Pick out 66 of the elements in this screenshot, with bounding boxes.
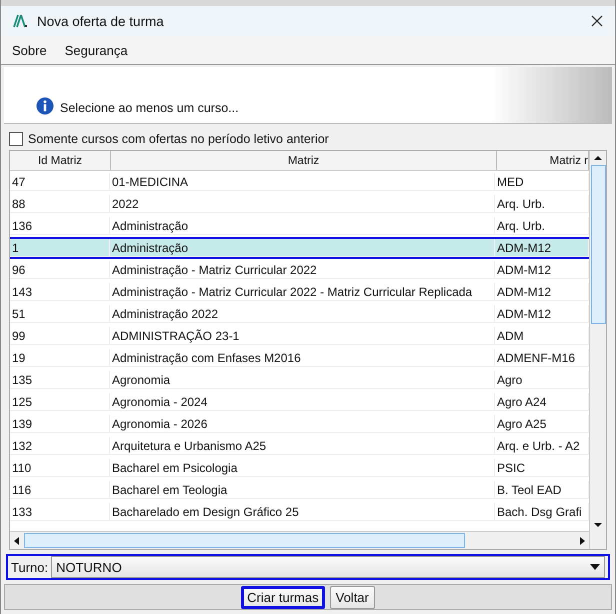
table-cell: 125 [10, 393, 110, 411]
table-row[interactable]: 136 Administração Arq. Urb. [10, 215, 589, 237]
table-cell: 88 [10, 195, 110, 213]
table-row[interactable]: 143 Administração - Matriz Curricular 2022 - Matriz Curricular Replicada ADM-M12 [10, 281, 589, 303]
table-cell: 132 [10, 437, 110, 455]
table-row[interactable]: 132 Arquitetura e Urbanismo A25 Arq. e Urb. - A2 [10, 435, 589, 457]
dialog-button[interactable]: Voltar [330, 586, 375, 608]
table-cell: 01-MEDICINA [110, 173, 495, 191]
vertical-scrollbar[interactable] [589, 151, 606, 549]
checkbox[interactable] [9, 132, 23, 146]
table-cell: 47 [10, 173, 110, 191]
table-cell: Agronomia [110, 371, 495, 389]
window-title: Nova oferta de turma [37, 14, 165, 28]
table-row[interactable]: 96 Administração - Matriz Curricular 2022 ADM-M12 [10, 259, 589, 281]
table-row[interactable]: 99 ADMINISTRAÇÃO 23-1 ADM [10, 325, 589, 347]
table-row[interactable]: 116 Bacharel em Teologia B. Teol EAD [10, 479, 589, 501]
table-cell: Bacharelado em Design Gráfico 25 [110, 503, 495, 521]
table-cell: 136 [10, 217, 110, 235]
table-cell: Arquitetura e Urbanismo A25 [110, 437, 495, 455]
close-icon[interactable] [591, 15, 603, 27]
table-cell: ADMINISTRAÇÃO 23-1 [110, 327, 495, 345]
table-cell: 139 [10, 415, 110, 433]
menu-item[interactable]: Segurança [64, 42, 128, 58]
column-header[interactable]: Matriz [111, 151, 497, 170]
menu-item[interactable]: Sobre [12, 42, 47, 58]
turno-label: Turno: [11, 560, 48, 574]
table-cell: 133 [10, 503, 110, 521]
turno-dropdown[interactable]: NOTURNO [51, 556, 605, 578]
table-cell: 96 [10, 261, 110, 279]
table-cell: 2022 [110, 195, 495, 213]
info-icon [36, 97, 54, 115]
checkbox-label[interactable]: Somente cursos com ofertas no período letivo anterior [28, 132, 329, 146]
table-cell: Agronomia - 2024 [110, 393, 495, 411]
table-row[interactable]: 47 01-MEDICINA MED [10, 171, 589, 193]
table-cell: Administração - Matriz Curricular 2022 [110, 261, 495, 279]
table-cell: Bacharel em Psicologia [110, 459, 495, 477]
table-row[interactable]: 139 Agronomia - 2026 Agro A25 [10, 413, 589, 435]
table-cell: 116 [10, 481, 110, 499]
app-logo-icon [13, 14, 29, 28]
table-row[interactable]: 110 Bacharel em Psicologia PSIC [10, 457, 589, 479]
table-row[interactable]: 135 Agronomia Agro [10, 369, 589, 391]
table-row[interactable]: 133 Bacharelado em Design Gráfico 25 Bach. Dsg Grafi [10, 501, 589, 523]
table-row[interactable]: 88 2022 Arq. Urb. [10, 193, 589, 215]
table-row[interactable]: 1 Administração ADM-M12 [10, 237, 589, 259]
table-cell: 110 [10, 459, 110, 477]
table-row[interactable]: 51 Administração 2022 ADM-M12 [10, 303, 589, 325]
table-cell: 19 [10, 349, 110, 367]
column-header[interactable]: Id Matriz [10, 151, 111, 170]
table-cell: Agronomia - 2026 [110, 415, 495, 433]
table-cell: Administração 2022 [110, 305, 495, 323]
table-cell: 143 [10, 283, 110, 301]
table-cell: 51 [10, 305, 110, 323]
table-cell: Administração com Enfases M2016 [110, 349, 495, 367]
info-message: Selecione ao menos um curso... [60, 101, 239, 115]
table-cell: Bacharel em Teologia [110, 481, 495, 499]
table-cell: 99 [10, 327, 110, 345]
dropdown-caret-icon [590, 564, 600, 570]
dialog-button[interactable]: Criar turmas [241, 586, 325, 608]
table-cell: 135 [10, 371, 110, 389]
table-cell: Administração [110, 217, 495, 235]
table-cell: Administração [110, 239, 495, 257]
horizontal-scrollbar[interactable] [10, 531, 589, 549]
table-cell: 1 [10, 239, 110, 257]
table-row[interactable]: 125 Agronomia - 2024 Agro A24 [10, 391, 589, 413]
table-cell: Administração - Matriz Curricular 2022 - Matriz Curricular Replicada [110, 283, 495, 301]
table-row[interactable]: 19 Administração com Enfases M2016 ADMENF-M16 [10, 347, 589, 369]
